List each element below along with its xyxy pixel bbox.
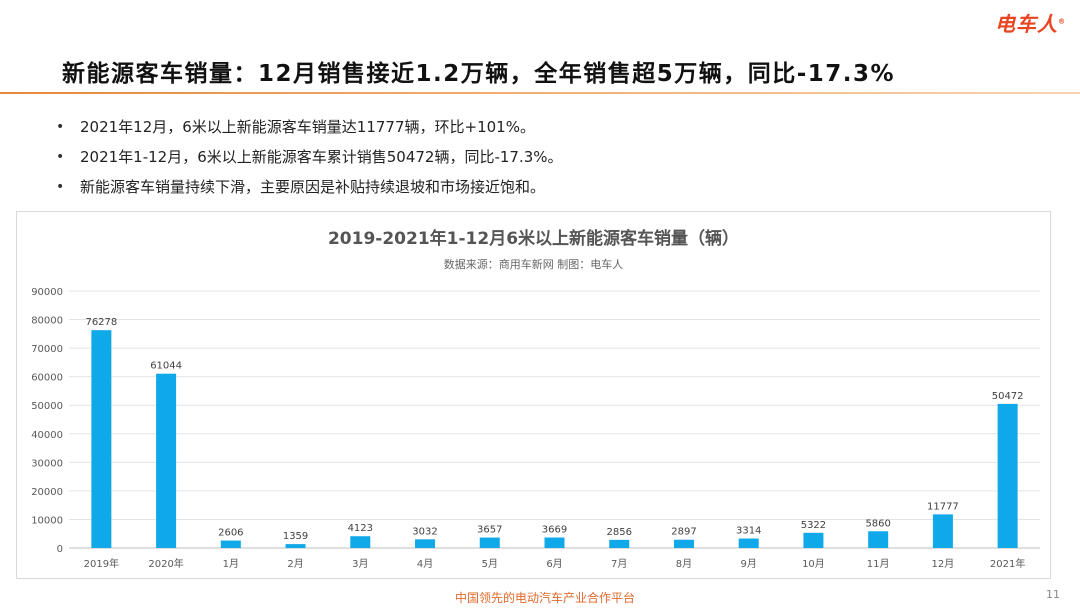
x-tick-label: 6月 [546,558,562,570]
bar [868,531,889,548]
data-label: 61044 [150,361,182,372]
x-tick-label: 3月 [352,558,368,570]
data-label: 5322 [801,520,826,531]
data-label: 5860 [865,518,890,529]
bar [932,514,953,548]
x-tick-label: 12月 [932,558,955,570]
bar [91,330,112,548]
x-tick-label: 9月 [741,558,757,570]
x-tick-label: 11月 [867,558,890,570]
bar [803,532,824,548]
data-label: 2606 [218,528,243,539]
bar [156,373,177,548]
x-tick-label: 2021年 [990,557,1025,570]
x-tick-label: 4月 [417,558,433,570]
data-label: 3314 [736,526,761,537]
bar [220,540,241,548]
y-tick-label: 10000 [31,515,63,526]
data-label: 3657 [477,525,502,536]
data-label: 11777 [927,501,959,512]
y-tick-label: 30000 [31,458,63,469]
footer-tagline: 中国领先的电动汽车产业合作平台 [454,591,635,605]
data-label: 1359 [283,531,308,542]
y-tick-label: 80000 [31,316,63,327]
data-label: 4123 [348,523,373,534]
x-tick-label: 10月 [802,558,825,570]
data-label: 50472 [992,391,1024,402]
bar [285,544,306,548]
y-tick-label: 70000 [31,344,63,355]
x-tick-label: 2019年 [84,557,119,570]
bar [350,536,371,548]
x-tick-label: 1月 [223,558,239,570]
page-number: 11 [1046,588,1060,601]
y-tick-label: 90000 [31,287,63,298]
bar [415,539,436,548]
data-label: 76278 [85,317,117,328]
bar [479,537,500,548]
bar [609,539,630,548]
data-label: 3032 [412,526,437,537]
x-tick-label: 5月 [482,558,498,570]
y-tick-label: 40000 [31,430,63,441]
y-tick-label: 20000 [31,487,63,498]
bar [544,537,565,548]
y-tick-label: 50000 [31,401,63,412]
bar-chart: 0 10000 20000 30000 40000 50000 60000 70000 8000… [31,287,1040,570]
x-tick-label: 8月 [676,558,692,570]
bar [673,539,694,548]
data-label: 3669 [542,525,567,536]
y-tick-label: 60000 [31,373,63,384]
y-tick-label: 0 [57,544,63,555]
x-tick-label: 7月 [611,558,627,570]
data-label: 2897 [671,527,696,538]
bar [738,538,759,548]
x-tick-label: 2020年 [148,557,183,570]
x-tick-label: 2月 [287,558,303,570]
data-label: 2856 [607,527,632,538]
bar [997,403,1018,548]
